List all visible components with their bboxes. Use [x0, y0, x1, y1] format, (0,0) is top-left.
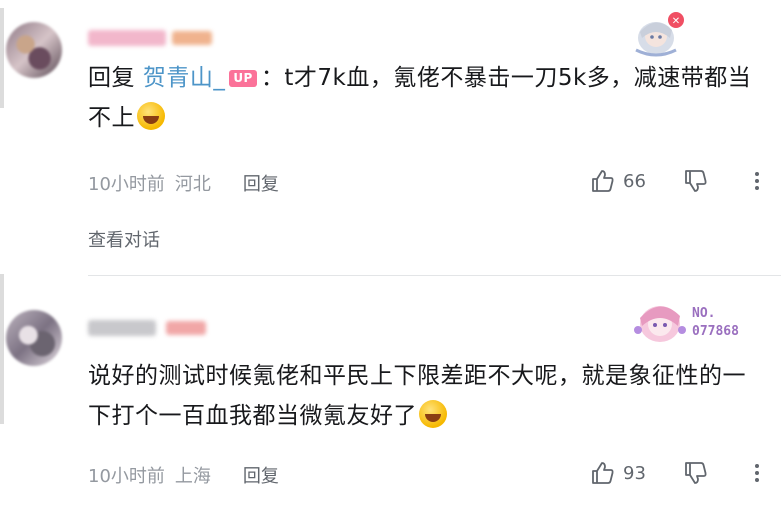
timestamp: 10小时前 — [88, 466, 165, 487]
comment-text: 说好的测试时候氪佬和平民上下限差距不大呢，就是象征性的一下打个一百血我都当微氪友… — [88, 356, 758, 436]
badge-prefix: NO. — [692, 306, 716, 321]
thread-indicator — [0, 274, 4, 424]
user-level-badge-blurred — [172, 31, 212, 45]
comment-actions: 93 — [590, 460, 767, 486]
comment-actions: 66 — [590, 168, 767, 194]
timestamp: 10小时前 — [88, 174, 165, 195]
fan-badge[interactable]: NO. 077868 — [628, 296, 756, 346]
comment-meta: 10小时前 河北 回复 — [88, 170, 279, 196]
thumbs-up-icon[interactable] — [590, 460, 616, 486]
anime-avatar-badge-icon — [634, 306, 686, 342]
reply-button[interactable]: 回复 — [243, 170, 279, 196]
reply-prefix: 回复 — [88, 65, 135, 91]
up-tag: UP — [229, 70, 257, 87]
username-blurred[interactable] — [88, 320, 156, 336]
thumbs-down-icon[interactable] — [683, 460, 709, 486]
laughing-emoji-icon — [137, 102, 165, 130]
comment-text: 回复 贺青山_ UP ：t才7k血，氪佬不暴击一刀5k多，减速带都当不上 — [88, 58, 758, 138]
reply-to-user-link[interactable]: 贺青山_ — [143, 65, 226, 91]
thread-indicator — [0, 8, 4, 108]
user-level-badge-blurred — [166, 321, 206, 335]
avatar[interactable] — [6, 310, 62, 366]
badge-number: 077868 — [692, 324, 739, 339]
thumbs-up-icon[interactable] — [590, 168, 616, 194]
location: 河北 — [174, 174, 211, 195]
avatar[interactable] — [6, 22, 62, 78]
location: 上海 — [174, 466, 211, 487]
crying-laughing-emoji-icon — [419, 400, 447, 428]
comment-item: NO. 077868 说好的测试时候氪佬和平民上下限差距不大呢，就是象征性的一下… — [0, 274, 781, 512]
svg-text:✕: ✕ — [672, 16, 680, 27]
comment-body: 说好的测试时候氪佬和平民上下限差距不大呢，就是象征性的一下打个一百血我都当微氪友… — [88, 363, 746, 429]
username-blurred[interactable] — [88, 30, 166, 46]
thumbs-down-icon[interactable] — [683, 168, 709, 194]
more-options-icon[interactable] — [747, 460, 767, 486]
reply-button[interactable]: 回复 — [243, 462, 279, 488]
comment-meta: 10小时前 上海 回复 — [88, 462, 279, 488]
more-options-icon[interactable] — [747, 168, 767, 194]
like-count: 66 — [623, 170, 646, 192]
comment-item: ✕ 回复 贺青山_ UP ：t才7k血，氪佬不暴击一刀5k多，减速带都当不上 10小… — [0, 0, 781, 276]
decoration-badge-icon[interactable]: ✕ — [626, 8, 688, 58]
like-count: 93 — [623, 462, 646, 484]
view-conversation-link[interactable]: 查看对话 — [88, 226, 160, 252]
